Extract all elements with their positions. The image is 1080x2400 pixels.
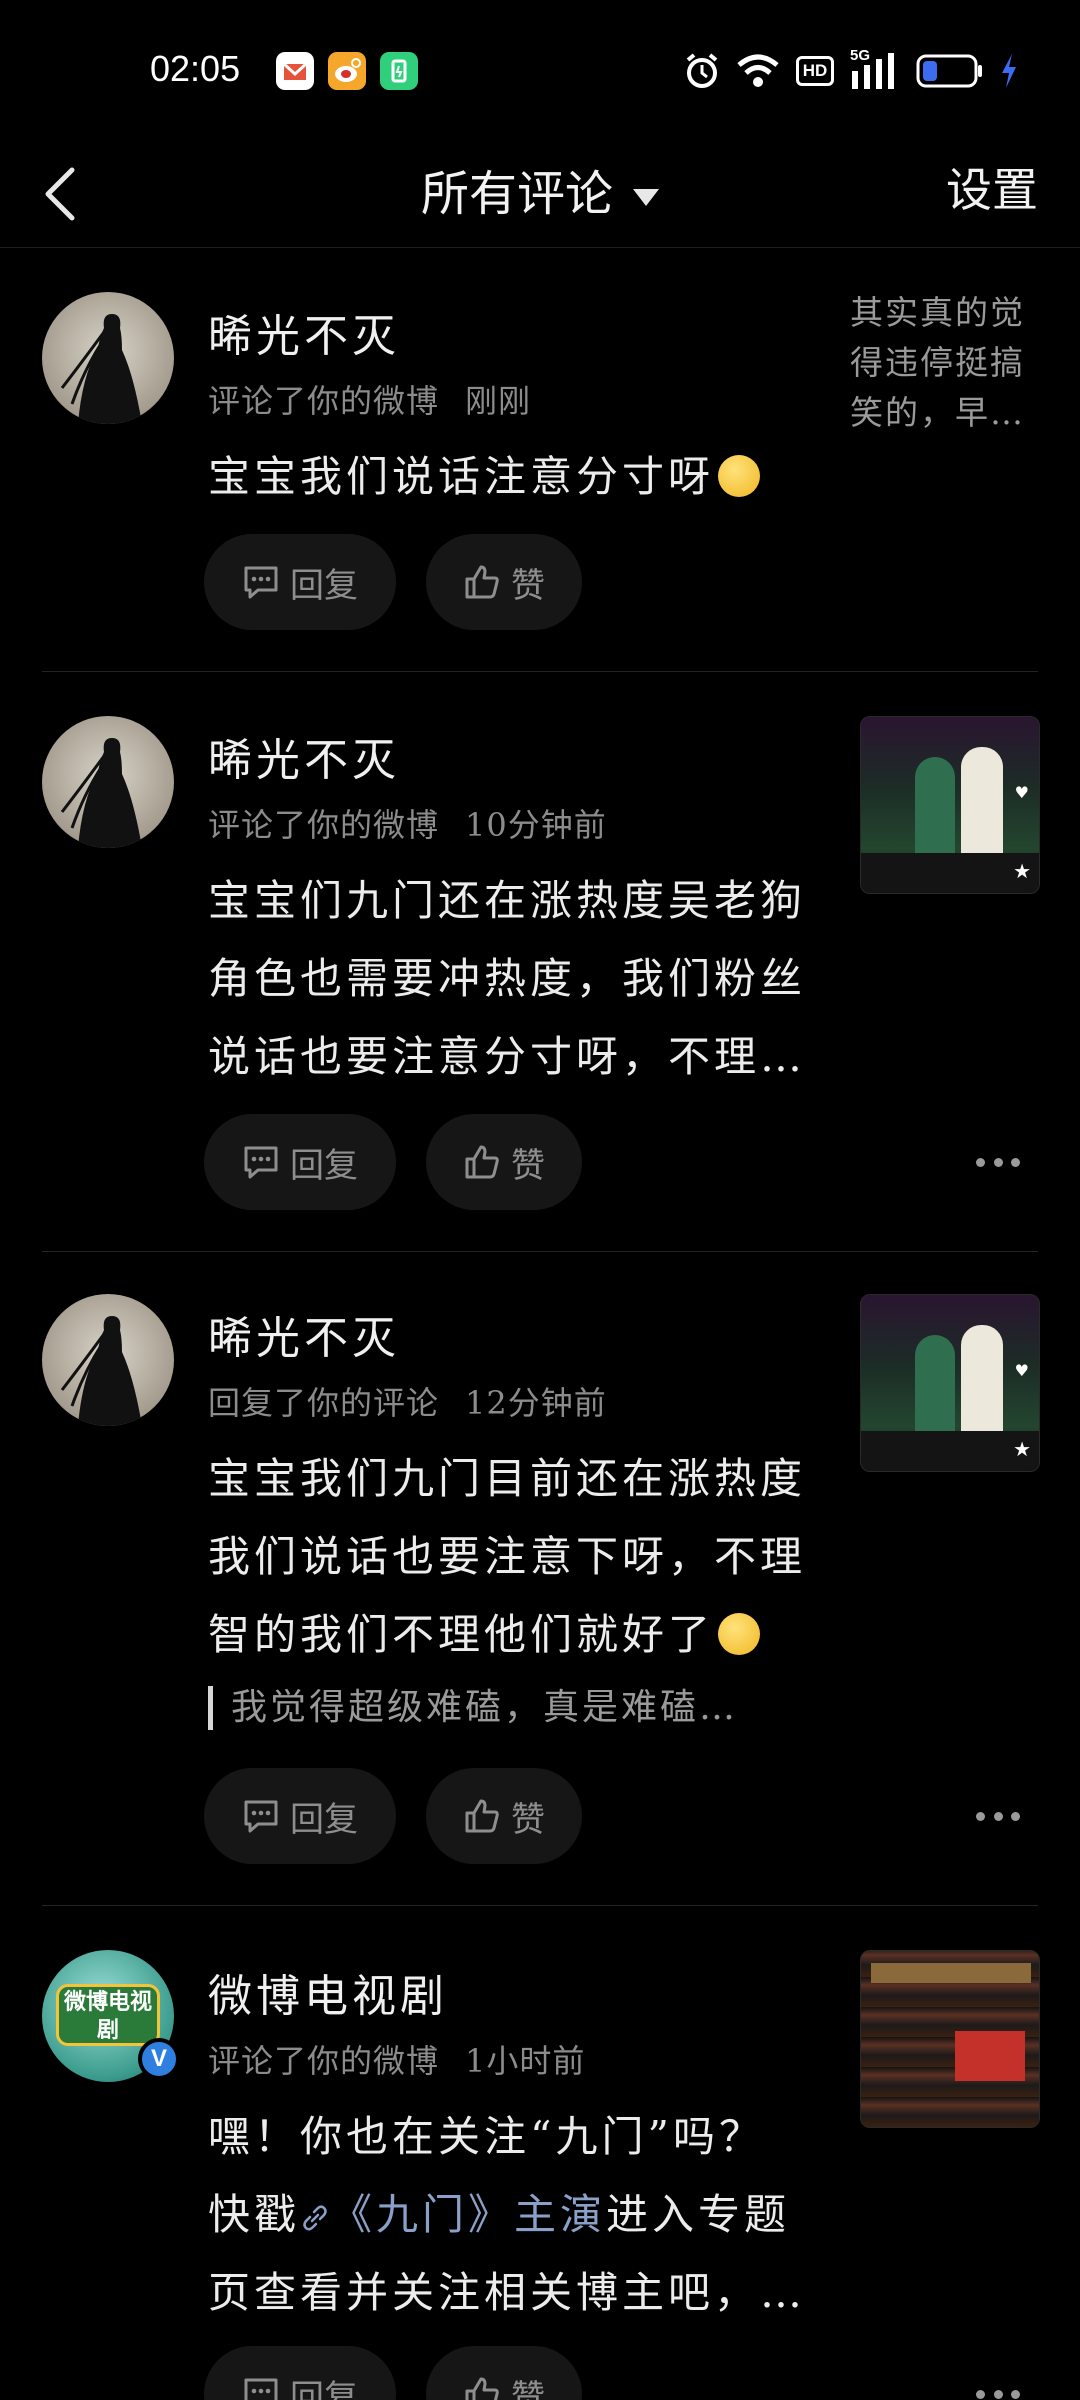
like-button[interactable]: 赞: [426, 2346, 582, 2400]
reply-label: 回复: [290, 1799, 358, 1840]
comment-meta: 评论了你的微博 刚刚: [208, 376, 531, 422]
comment-meta: 评论了你的微博 10分钟前: [208, 800, 607, 846]
thumbs-up-icon: [465, 1145, 499, 1179]
comment-icon: [244, 1146, 278, 1179]
comment-line: 说话也要注意分寸呀，不理…: [208, 1032, 807, 1081]
wifi-icon: [737, 54, 779, 87]
thumbs-up-icon: [465, 1799, 499, 1833]
reply-label: 回复: [290, 1145, 358, 1186]
more-options-icon[interactable]: [976, 1806, 1020, 1826]
comments-filter-dropdown[interactable]: 所有评论: [0, 154, 1080, 224]
like-label: 赞: [511, 1799, 545, 1840]
link-icon: [303, 2205, 327, 2231]
status-bar: 02:05 HD 5G: [0, 0, 1080, 140]
settings-button[interactable]: 设置: [946, 154, 1038, 220]
comment-time: 10分钟前: [465, 806, 607, 844]
comment-text: 宝宝我们说话注意分寸呀: [208, 438, 808, 516]
emoji-icon: [718, 1613, 761, 1655]
message-app-icon: [276, 52, 314, 90]
like-label: 赞: [511, 565, 545, 606]
caret-down-icon: [633, 189, 659, 206]
avatar[interactable]: 微博电视剧 V: [42, 1950, 180, 2082]
emoji-icon: [718, 455, 761, 497]
more-options-icon[interactable]: [976, 2384, 1020, 2400]
post-thumbnail[interactable]: [860, 1950, 1040, 2128]
topic-link[interactable]: 《九门》主演: [300, 2190, 606, 2239]
like-button[interactable]: 赞: [426, 1768, 582, 1864]
star-icon: ★: [1013, 1437, 1031, 1461]
avatar[interactable]: [42, 716, 174, 848]
comment-meta: 回复了你的评论 12分钟前: [208, 1378, 607, 1424]
comment-line: 宝宝我们九门目前还在涨热度: [208, 1454, 807, 1503]
comment-icon: [244, 2378, 278, 2400]
reply-button[interactable]: 回复: [204, 2346, 396, 2400]
comment-line: 快戳 《九门》主演进入专题: [208, 2190, 791, 2239]
comment-line: 我们说话也要注意下呀，不理: [208, 1532, 807, 1581]
alarm-icon: [686, 53, 718, 88]
more-options-icon[interactable]: [976, 1152, 1020, 1172]
comment-action: 评论了你的微博: [208, 2042, 440, 2080]
username[interactable]: 晞光不灭: [208, 300, 400, 364]
post-preview-text[interactable]: 其实真的觉得违停挺搞笑的，早…: [850, 288, 1040, 438]
comment-item[interactable]: 晞光不灭 评论了你的微博 刚刚 宝宝我们说话注意分寸呀 其实真的觉得违停挺搞笑的，…: [0, 248, 1080, 672]
comment-meta: 评论了你的微博 1小时前: [208, 2036, 585, 2082]
comment-item[interactable]: 微博电视剧 V 微博电视剧 评论了你的微博 1小时前 嘿！你也在关注“九门”吗？ …: [0, 1906, 1080, 2400]
username[interactable]: 晞光不灭: [208, 1302, 400, 1366]
heart-icon: ♥: [1014, 783, 1029, 802]
green-app-icon: [380, 52, 418, 90]
signal-icon: 5G: [850, 47, 900, 91]
comment-item[interactable]: 晞光不灭 回复了你的评论 12分钟前 宝宝我们九门目前还在涨热度 我们说话也要注意…: [0, 1252, 1080, 1906]
comment-line: 页查看并关注相关博主吧，…: [208, 2268, 807, 2317]
username[interactable]: 晞光不灭: [208, 724, 400, 788]
comment-text: 宝宝们九门还在涨热度吴老狗 角色也需要冲热度，我们粉丝 说话也要注意分寸呀，不理…: [208, 862, 808, 1096]
username[interactable]: 微博电视剧: [208, 1960, 448, 2024]
charging-icon: [1002, 54, 1016, 88]
status-time: 02:05: [150, 48, 241, 89]
thumbs-up-icon: [465, 565, 499, 599]
comment-text: 嘿！你也在关注“九门”吗？ 快戳 《九门》主演进入专题 页查看并关注相关博主吧，…: [208, 2098, 808, 2332]
page-title: 所有评论: [420, 166, 613, 222]
comment-item[interactable]: 晞光不灭 评论了你的微博 10分钟前 宝宝们九门还在涨热度吴老狗 角色也需要冲热度…: [0, 672, 1080, 1252]
hd-badge: HD: [796, 56, 834, 86]
weibo-app-icon: [328, 52, 366, 90]
reply-button[interactable]: 回复: [204, 1114, 396, 1210]
like-label: 赞: [511, 1145, 545, 1186]
avatar[interactable]: [42, 292, 174, 424]
comment-action: 评论了你的微博: [208, 382, 440, 420]
like-label: 赞: [511, 2377, 545, 2400]
comment-line: 角色也需要冲热度，我们粉丝: [208, 954, 807, 1003]
thumbs-up-icon: [465, 2377, 499, 2400]
post-thumbnail[interactable]: ♥ ★: [860, 1294, 1040, 1472]
reply-label: 回复: [290, 2377, 358, 2400]
reply-button[interactable]: 回复: [204, 534, 396, 630]
reply-button[interactable]: 回复: [204, 1768, 396, 1864]
avatar[interactable]: [42, 1294, 174, 1426]
comment-line: 宝宝们九门还在涨热度吴老狗: [208, 876, 807, 925]
comment-line: 智的我们不理他们就好了: [208, 1610, 715, 1659]
comment-line: 嘿！你也在关注“九门”吗？: [208, 2112, 765, 2161]
comment-time: 12分钟前: [465, 1384, 607, 1422]
post-thumbnail[interactable]: ♥ ★: [860, 716, 1040, 894]
comment-time: 刚刚: [465, 382, 532, 420]
comment-action: 评论了你的微博: [208, 806, 440, 844]
star-icon: ★: [1013, 859, 1031, 883]
comment-action: 回复了你的评论: [208, 1384, 440, 1422]
comment-time: 1小时前: [465, 2042, 586, 2080]
battery-icon: [916, 54, 982, 88]
comment-icon: [244, 566, 278, 599]
like-button[interactable]: 赞: [426, 1114, 582, 1210]
heart-icon: ♥: [1014, 1361, 1029, 1380]
reply-label: 回复: [290, 565, 358, 606]
avatar-logo-text: 微博电视剧: [56, 1984, 160, 2046]
comment-text: 宝宝我们九门目前还在涨热度 我们说话也要注意下呀，不理 智的我们不理他们就好了: [208, 1440, 808, 1674]
comment-icon: [244, 1800, 278, 1833]
comment-text-body: 宝宝我们说话注意分寸呀: [208, 452, 715, 501]
verified-badge: V: [138, 2038, 180, 2080]
quoted-comment[interactable]: 我觉得超级难磕，真是难磕…: [208, 1686, 808, 1730]
like-button[interactable]: 赞: [426, 534, 582, 630]
top-nav-bar: 所有评论 设置: [0, 140, 1080, 248]
